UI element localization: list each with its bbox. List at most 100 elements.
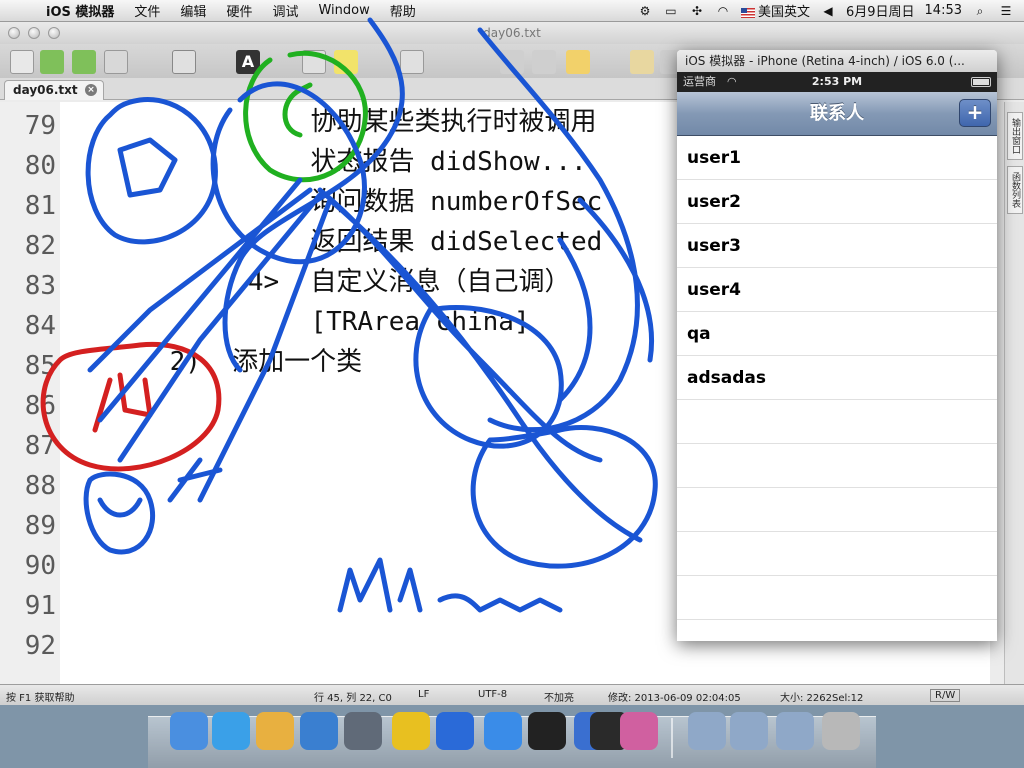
script-icon[interactable] <box>620 712 658 750</box>
line-number: 86 <box>24 391 56 421</box>
download-icon[interactable] <box>104 50 128 74</box>
code-line-84: [TRArea china] <box>60 302 529 342</box>
line-number: 84 <box>24 311 56 341</box>
menu-window[interactable]: Window <box>308 3 379 18</box>
line-number: 88 <box>24 471 56 501</box>
wrap-icon[interactable] <box>302 50 326 74</box>
input-source-menu[interactable]: 美国英文 <box>740 1 810 20</box>
status-help: 按 F1 获取帮助 <box>6 693 75 704</box>
minimize-window-button[interactable] <box>28 27 40 39</box>
finder-icon[interactable] <box>170 712 208 750</box>
editor-icon[interactable] <box>392 712 430 750</box>
input-source-label: 美国英文 <box>757 5 810 20</box>
menu-hardware[interactable]: 硬件 <box>216 1 262 20</box>
us-flag-icon <box>740 7 755 18</box>
highlight-icon[interactable] <box>334 50 358 74</box>
code-line-85: 2) 添加一个类 <box>60 342 363 382</box>
close-tab-icon[interactable]: × <box>85 84 97 96</box>
menu-file[interactable]: 文件 <box>124 1 170 20</box>
print-icon[interactable] <box>172 50 196 74</box>
new-file-icon[interactable] <box>10 50 34 74</box>
line-number: 89 <box>24 511 56 541</box>
status-position: 行 45, 列 22, C0 <box>314 693 392 704</box>
status-line-ending[interactable]: LF <box>418 689 429 700</box>
empty-row <box>677 400 997 444</box>
wifi-icon[interactable]: ◠ <box>715 4 731 18</box>
display-icon[interactable]: ▭ <box>663 4 679 18</box>
line-number: 81 <box>24 191 56 221</box>
status-size: 大小: 2262Sel:12 <box>780 693 864 704</box>
pencil-app-icon[interactable] <box>256 712 294 750</box>
contact-row[interactable]: user4 <box>677 268 997 312</box>
volume-icon[interactable]: ◀ <box>820 4 836 18</box>
code-line-79: 协助某些类执行时被调用 <box>60 102 596 142</box>
xcode-icon[interactable] <box>484 712 522 750</box>
status-modified: 修改: 2013-06-09 02:04:05 <box>608 693 741 704</box>
status-encoding[interactable]: UTF-8 <box>478 689 507 700</box>
spotlight-search-icon[interactable]: ⌕ <box>972 4 988 18</box>
side-panel: 输出窗口 函数列表 <box>1004 102 1024 686</box>
lock-icon[interactable] <box>566 50 590 74</box>
zoom-window-button[interactable] <box>48 27 60 39</box>
contact-row[interactable]: user1 <box>677 136 997 180</box>
status-bar: 按 F1 获取帮助 行 45, 列 22, C0 LF UTF-8 不加亮 修改… <box>0 684 1024 705</box>
add-contact-button[interactable]: + <box>959 99 991 127</box>
menu-edit[interactable]: 编辑 <box>170 1 216 20</box>
dock-separator <box>671 718 673 758</box>
hex-view-icon[interactable] <box>400 50 424 74</box>
bluetooth-icon[interactable]: ✣ <box>689 4 705 18</box>
simulator-title: iOS 模拟器 - iPhone (Retina 4-inch) / iOS 6… <box>677 50 997 72</box>
notification-center-icon[interactable]: ☰ <box>998 4 1014 18</box>
contact-row[interactable]: user2 <box>677 180 997 224</box>
find-next-icon[interactable] <box>532 50 556 74</box>
font-icon[interactable]: A <box>236 50 260 74</box>
find-icon[interactable] <box>500 50 524 74</box>
empty-row <box>677 576 997 620</box>
line-number: 91 <box>24 591 56 621</box>
save-file-icon[interactable] <box>72 50 96 74</box>
status-highlight[interactable]: 不加亮 <box>544 689 574 704</box>
side-tab-output[interactable]: 输出窗口 <box>1007 112 1023 160</box>
code-line-text: 状态报告 didShow... <box>60 147 587 177</box>
menu-help[interactable]: 帮助 <box>380 1 426 20</box>
tools-icon[interactable]: ⚙ <box>637 4 653 18</box>
menu-app-name[interactable]: iOS 模拟器 <box>36 1 124 20</box>
empty-row <box>677 532 997 576</box>
trash-icon[interactable] <box>822 712 860 750</box>
notes-icon[interactable] <box>630 50 654 74</box>
tab-label: day06.txt <box>13 83 78 97</box>
contact-row[interactable]: user3 <box>677 224 997 268</box>
status-mode[interactable]: R/W <box>930 689 961 702</box>
open-file-icon[interactable] <box>40 50 64 74</box>
code-line-83: 4> 自定义消息（自己调） <box>60 262 571 302</box>
safari-icon[interactable] <box>212 712 250 750</box>
code-line-81: 询问数据 numberOfSec <box>60 182 602 222</box>
downloads-folder-icon[interactable] <box>776 712 814 750</box>
line-number: 82 <box>24 231 56 261</box>
line-number: 80 <box>24 151 56 181</box>
w-app-icon[interactable] <box>436 712 474 750</box>
code-line-text: 2) 添加一个类 <box>60 347 363 377</box>
line-number: 92 <box>24 631 56 661</box>
side-tab-functions[interactable]: 函数列表 <box>1007 166 1023 214</box>
editor-window-title: day06.txt <box>483 26 541 40</box>
contact-row[interactable]: qa <box>677 312 997 356</box>
documents-folder-icon[interactable] <box>730 712 768 750</box>
blue-app-icon[interactable] <box>300 712 338 750</box>
contact-row[interactable]: adsadas <box>677 356 997 400</box>
tab-day06[interactable]: day06.txt × <box>4 80 104 100</box>
launchpad-icon[interactable] <box>344 712 382 750</box>
ios-navigation-bar: 联系人 + <box>677 92 997 136</box>
close-window-button[interactable] <box>8 27 20 39</box>
terminal-icon[interactable] <box>528 712 566 750</box>
ios-simulator-window: iOS 模拟器 - iPhone (Retina 4-inch) / iOS 6… <box>677 50 997 641</box>
code-line-text: 协助某些类执行时被调用 <box>60 107 597 137</box>
menubar-date[interactable]: 6月9日周日 <box>846 1 915 20</box>
applications-folder-icon[interactable] <box>688 712 726 750</box>
menu-debug[interactable]: 调试 <box>262 1 308 20</box>
menubar-clock[interactable]: 14:53 <box>925 3 962 18</box>
ios-time: 2:53 PM <box>811 75 863 88</box>
code-line-text: 返回结果 didSelected <box>60 227 603 257</box>
editor-titlebar: day06.txt <box>0 22 1024 44</box>
line-number: 83 <box>24 271 56 301</box>
